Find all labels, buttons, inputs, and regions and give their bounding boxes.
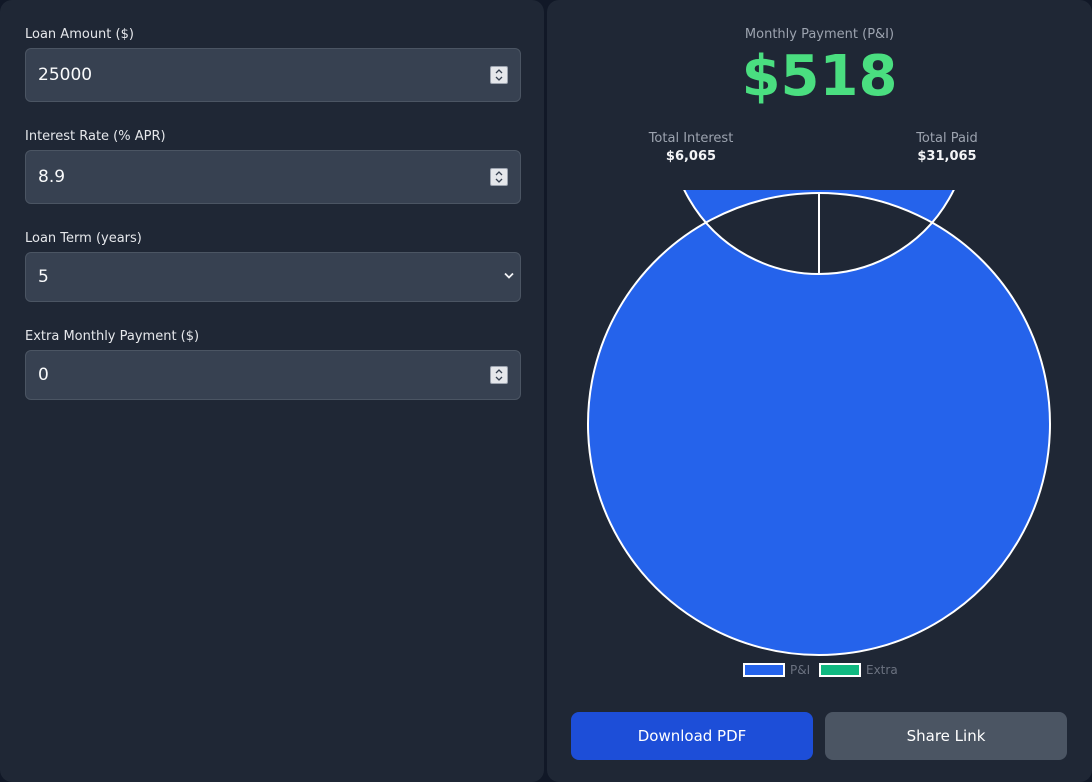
chevron-down-icon [502, 268, 516, 287]
spinner-arrows-icon[interactable] [490, 366, 508, 384]
loan-amount-value: 25000 [38, 65, 93, 85]
monthly-payment-label: Monthly Payment (P&I) [744, 27, 895, 42]
share-link-button[interactable]: Share Link [825, 712, 1067, 760]
total-paid-value: $31,065 [917, 149, 977, 164]
loan-amount-input[interactable]: 25000 [25, 48, 521, 102]
loan-amount-label: Loan Amount ($) [25, 27, 134, 42]
total-paid-stat: Total Paid $31,065 [887, 131, 1007, 164]
interest-rate-label: Interest Rate (% APR) [25, 129, 166, 144]
payment-donut-chart [587, 190, 1051, 656]
total-interest-stat: Total Interest $6,065 [631, 131, 751, 164]
extra-payment-value: 0 [38, 365, 49, 385]
spinner-arrows-icon[interactable] [490, 66, 508, 84]
loan-term-label: Loan Term (years) [25, 231, 142, 246]
legend-item-pi[interactable]: P&I [743, 663, 810, 677]
interest-rate-value: 8.9 [38, 167, 66, 187]
monthly-payment-value: $518 [741, 44, 898, 109]
loan-term-value: 5 [38, 267, 49, 287]
total-paid-label: Total Paid [916, 131, 978, 146]
loan-form-panel: Loan Amount ($) 25000 Interest Rate (% A… [0, 0, 544, 782]
legend-swatch-extra [819, 663, 861, 677]
legend-label-extra: Extra [866, 663, 898, 677]
legend-label-pi: P&I [790, 663, 811, 677]
loan-term-select[interactable]: 5 [25, 252, 521, 302]
spinner-arrows-icon[interactable] [490, 168, 508, 186]
results-panel: Monthly Payment (P&I) $518 Total Interes… [547, 0, 1092, 782]
interest-rate-input[interactable]: 8.9 [25, 150, 521, 204]
total-interest-label: Total Interest [648, 131, 734, 146]
legend-item-extra[interactable]: Extra [819, 663, 898, 677]
download-pdf-button[interactable]: Download PDF [571, 712, 813, 760]
total-interest-value: $6,065 [665, 149, 717, 164]
legend-swatch-pi [743, 663, 785, 677]
extra-payment-input[interactable]: 0 [25, 350, 521, 400]
extra-payment-label: Extra Monthly Payment ($) [25, 329, 200, 344]
